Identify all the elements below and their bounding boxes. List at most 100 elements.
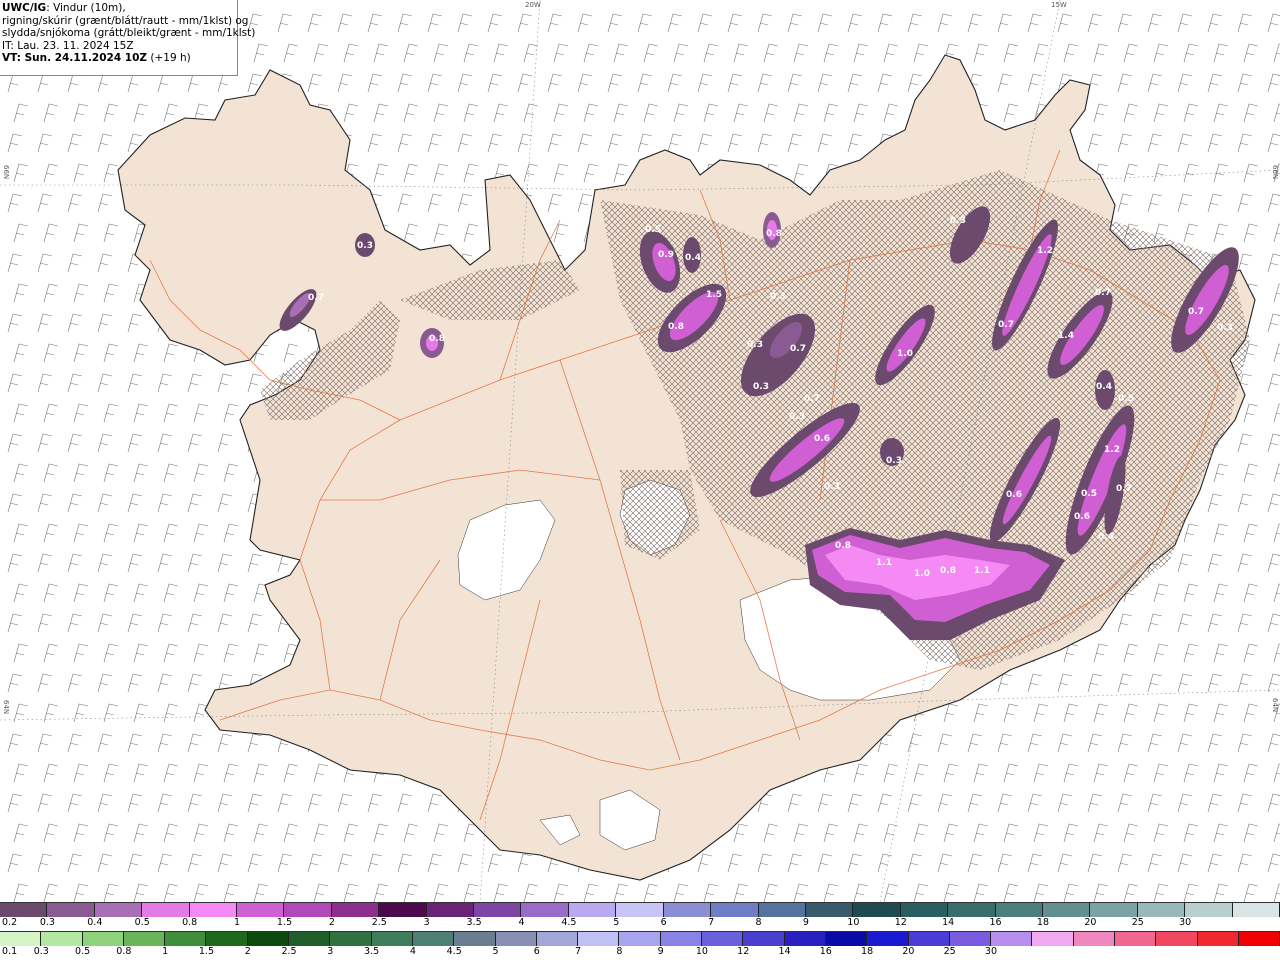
snow-tick: 16: [989, 917, 1002, 928]
precip-value-label: 0.5: [1081, 489, 1097, 499]
lat-label-64n-right: 64N: [1271, 698, 1279, 713]
rain-swatch: [247, 932, 290, 946]
precip-value-label: 1.2: [1104, 445, 1120, 455]
rain-tick: 20: [902, 946, 915, 957]
snow-tick: 1.5: [276, 917, 292, 928]
snow-tick: 4.5: [561, 917, 577, 928]
rain-color-legend: [0, 931, 1280, 946]
rain-swatch: [660, 932, 703, 946]
header-line4: IT: Lau. 23. 11. 2024 15Z: [2, 39, 134, 52]
snow-tick: 0.3: [39, 917, 55, 928]
lat-label-64n-left: 64N: [2, 700, 10, 715]
rain-swatch: [0, 932, 42, 946]
precip-value-label: 0.7: [998, 320, 1014, 330]
rain-swatch: [371, 932, 413, 946]
rain-swatch: [289, 932, 331, 946]
rain-tick: 0.1: [2, 946, 18, 957]
rain-swatch: [206, 932, 248, 946]
rain-tick: 0.5: [75, 946, 91, 957]
snow-swatch: [900, 903, 949, 917]
snow-swatch: [47, 903, 95, 917]
precip-value-label: 0.3: [357, 241, 373, 251]
precip-value-label: 0.7: [804, 394, 820, 404]
valid-time: VT: Sun. 24.11.2024 10Z: [2, 52, 148, 65]
precip-value-label: 0.3: [789, 412, 805, 422]
precip-value-label: 0.8: [668, 322, 684, 332]
snow-swatch: [711, 903, 759, 917]
lon-label-15w: 15W: [1051, 1, 1067, 9]
rain-tick: 8: [616, 946, 623, 957]
rain-swatch: [578, 932, 620, 946]
precip-value-label: 0.7: [1116, 484, 1132, 494]
snow-tick: 2: [328, 917, 335, 928]
precip-value-label: 1.2: [1037, 246, 1053, 256]
snow-tick: 3: [423, 917, 430, 928]
snow-tick: 1: [234, 917, 241, 928]
rain-swatch: [165, 932, 207, 946]
rain-swatch: [825, 932, 868, 946]
snow-tick: 9: [802, 917, 809, 928]
snow-swatch: [1042, 903, 1091, 917]
snow-tick: 0.8: [182, 917, 198, 928]
precip-value-label: 0.7: [308, 293, 324, 303]
rain-swatch: [1073, 932, 1116, 946]
rain-tick: 7: [575, 946, 582, 957]
precip-value-label: 1.5: [706, 290, 722, 300]
lat-label-66n-right: 66N: [1271, 165, 1279, 180]
snow-swatch: [995, 903, 1043, 917]
precip-value-label: 0.7: [1095, 288, 1111, 298]
rain-swatch: [1197, 932, 1239, 946]
rain-tick: 30: [984, 946, 997, 957]
rain-swatch: [536, 932, 579, 946]
rain-tick: 0.8: [116, 946, 132, 957]
snow-tick: 25: [1131, 917, 1144, 928]
snow-swatch: [663, 903, 712, 917]
rain-tick: 25: [943, 946, 956, 957]
snow-tick: 6: [660, 917, 667, 928]
rain-swatch: [123, 932, 166, 946]
snow-swatch: [853, 903, 901, 917]
rain-swatch: [495, 932, 537, 946]
precip-value-label: 0.6: [1006, 490, 1022, 500]
rain-tick: 9: [657, 946, 664, 957]
precip-value-label: 0.3: [770, 292, 786, 302]
precip-value-label: 0.3: [1217, 323, 1233, 333]
precip-value-label: 1.1: [974, 566, 990, 576]
snow-tick: 12: [894, 917, 907, 928]
rain-tick: 2.5: [281, 946, 297, 957]
precip-value-label: 0.7: [790, 344, 806, 354]
model-name: UWC/IG: [2, 2, 47, 14]
snow-swatch: [616, 903, 664, 917]
precip-value-label: 0.9: [658, 250, 674, 260]
snow-swatch: [0, 903, 48, 917]
precip-value-label: 0.3: [747, 340, 763, 350]
precip-value-label: 0.5: [1118, 394, 1134, 404]
lon-label-20w: 20W: [525, 1, 541, 9]
snow-swatch: [142, 903, 190, 917]
rain-tick: 1.5: [198, 946, 214, 957]
precip-value-label: 0.3: [886, 456, 902, 466]
rain-swatch: [743, 932, 785, 946]
snow-swatch: [1090, 903, 1138, 917]
snow-legend-ticks: 0.2 0.3 0.4 0.5 0.8 1 1.5 2 2.5 3 3.5 4 4.5 5 6 7 8 9 10 12…: [0, 917, 1280, 931]
rain-swatch: [1238, 932, 1280, 946]
snow-swatch: [1232, 903, 1280, 917]
precip-value-label: 0.4: [1096, 382, 1112, 392]
precip-value-label: 0.8: [940, 566, 956, 576]
snow-tick: 7: [708, 917, 715, 928]
snow-tick: 0.5: [134, 917, 150, 928]
rain-swatch: [991, 932, 1033, 946]
lat-label-66n-left: 66N: [2, 165, 10, 180]
snow-swatch: [426, 903, 475, 917]
precip-value-label: 0.3: [950, 216, 966, 226]
snow-tick: 0.4: [87, 917, 103, 928]
rain-tick: 12: [737, 946, 750, 957]
snow-tick: 8: [755, 917, 762, 928]
rain-swatch: [454, 932, 496, 946]
rain-swatch: [1156, 932, 1198, 946]
rain-tick: 3.5: [364, 946, 380, 957]
precip-value-label: 1.4: [1058, 331, 1074, 341]
snow-swatch: [758, 903, 806, 917]
rain-tick: 4.5: [446, 946, 462, 957]
precip-value-label: 0.5: [645, 225, 661, 235]
